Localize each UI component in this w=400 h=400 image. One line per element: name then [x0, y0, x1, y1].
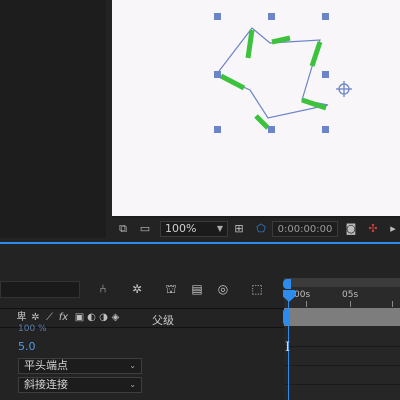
handle-bottom-right	[322, 126, 329, 133]
chevron-down-icon: ▼	[216, 224, 223, 233]
anchor-point-icon[interactable]	[336, 81, 352, 97]
graph-editor-icon[interactable]: ⬚	[248, 280, 266, 298]
layer-duration-bar[interactable]	[284, 308, 400, 326]
handle-top-left	[214, 13, 221, 20]
shy-layers-icon[interactable]: ⛫	[162, 280, 180, 298]
ruler-label-5s: 05s	[342, 290, 359, 300]
track-divider	[284, 346, 400, 347]
transform-handles[interactable]	[214, 13, 329, 133]
adjustment-switch-icon[interactable]: ◑	[98, 312, 109, 324]
line-join-dropdown[interactable]: 斜接连接 ⌄	[18, 377, 142, 393]
mask-visibility-icon[interactable]: ⬠	[254, 222, 268, 236]
time-ruler[interactable]: 00s 05s	[284, 278, 400, 308]
work-area-start-handle[interactable]	[283, 279, 291, 289]
ruler-tick	[392, 301, 393, 307]
handle-middle-right	[322, 71, 329, 78]
trim-end-value[interactable]: 100 %	[18, 324, 47, 334]
quality-switch-icon[interactable]: ⟋	[44, 312, 55, 324]
always-preview-icon[interactable]: ⧉	[116, 222, 130, 236]
text-cursor-icon: I	[285, 340, 291, 355]
handle-top-center	[268, 13, 275, 20]
layer-search-input[interactable]	[0, 281, 80, 298]
composition-viewer[interactable]	[112, 0, 400, 218]
effects-switch-icon[interactable]: fx	[58, 312, 69, 324]
monitor-icon[interactable]: ▭	[138, 222, 152, 236]
line-cap-value: 平头端点	[24, 359, 68, 372]
collapse-switch-icon[interactable]: ✲	[30, 312, 41, 324]
ruler-label-start: 00s	[294, 290, 311, 300]
handle-middle-left	[214, 71, 221, 78]
frame-blend-switch-icon[interactable]: ▣	[74, 312, 85, 324]
more-options-icon[interactable]: ▸	[386, 222, 400, 236]
parent-column-label: 父级	[152, 314, 174, 327]
handle-bottom-left	[214, 126, 221, 133]
composition-flowchart-icon[interactable]: ⑃	[94, 280, 112, 298]
shy-switch-icon[interactable]: 卑	[16, 312, 27, 324]
composition-canvas[interactable]	[112, 0, 400, 216]
star-shape-layer[interactable]	[112, 0, 400, 216]
line-join-value: 斜接连接	[24, 378, 68, 391]
ruler-tick	[350, 301, 351, 307]
chevron-down-icon: ⌄	[129, 361, 136, 370]
draft-3d-icon[interactable]: ✲	[128, 280, 146, 298]
layer-in-point-handle[interactable]	[283, 309, 290, 325]
ruler-tick	[306, 301, 307, 307]
channel-color-icon[interactable]: ✣	[366, 222, 380, 236]
zoom-value: 100%	[165, 222, 197, 235]
trimmed-stroke	[219, 29, 327, 130]
stroke-width-value[interactable]: 5.0	[18, 340, 36, 353]
handle-top-right	[322, 13, 329, 20]
magnification-dropdown[interactable]: 100% ▼	[160, 221, 228, 237]
track-divider	[284, 384, 400, 385]
viewer-toolbar: ⧉ ▭ 100% ▼ ⊞ ⬠ 0:00:00:00 ◙ ✣ ▸	[112, 218, 400, 240]
frame-blending-icon[interactable]: ▤	[188, 280, 206, 298]
handle-bottom-center	[268, 126, 275, 133]
timeline-tracks[interactable]	[284, 308, 400, 400]
line-cap-dropdown[interactable]: 平头端点 ⌄	[18, 358, 142, 374]
3d-layer-switch-icon[interactable]: ◈	[110, 312, 121, 324]
chevron-down-icon: ⌄	[129, 380, 136, 389]
current-time-display[interactable]: 0:00:00:00	[272, 221, 338, 237]
motion-blur-switch-icon[interactable]: ◐	[86, 312, 97, 324]
grid-guides-icon[interactable]: ⊞	[232, 222, 246, 236]
project-panel	[0, 0, 106, 238]
work-area-bar[interactable]	[284, 278, 400, 287]
motion-blur-icon[interactable]: ◎	[214, 280, 232, 298]
track-divider	[284, 365, 400, 366]
snapshot-camera-icon[interactable]: ◙	[344, 222, 358, 236]
layer-properties: 100 % 5.0 平头端点 ⌄ 斜接连接 ⌄	[0, 324, 284, 400]
